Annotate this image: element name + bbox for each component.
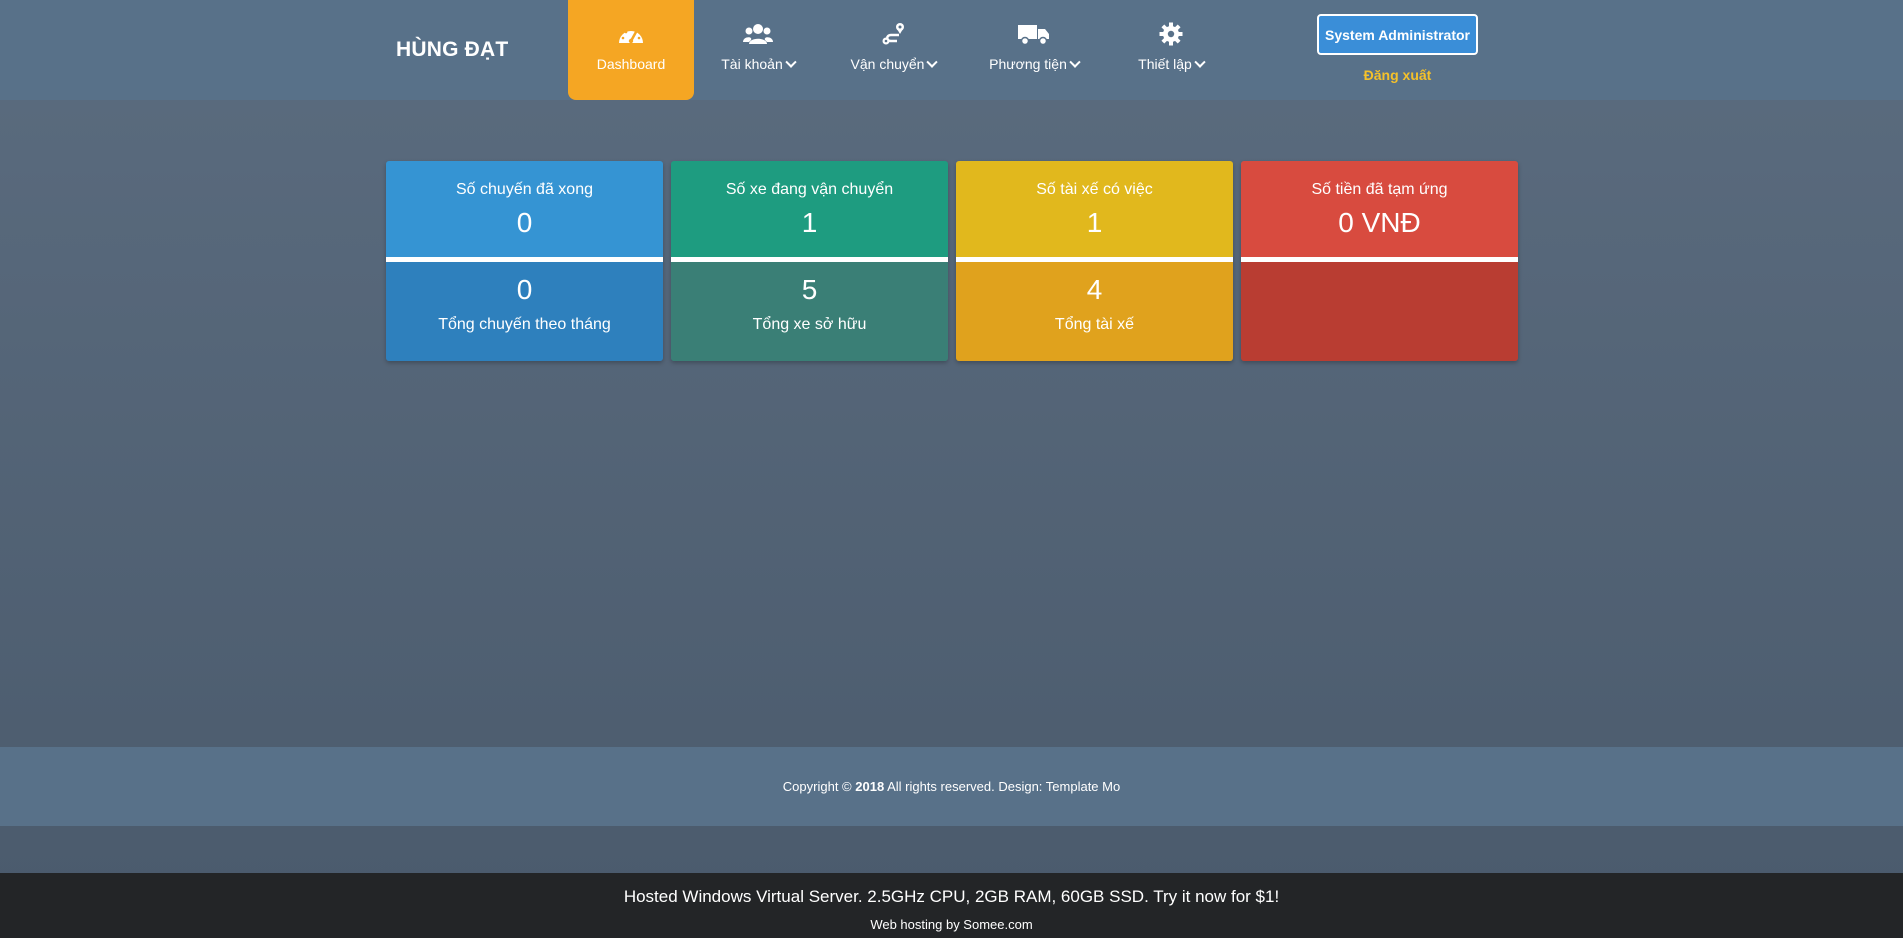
nav-item-settings[interactable]: Thiết lập bbox=[1103, 0, 1239, 100]
users-icon bbox=[743, 22, 773, 46]
route-icon bbox=[881, 22, 907, 46]
chevron-down-icon bbox=[1194, 56, 1206, 68]
brand-logo[interactable]: HÙNG ĐẠT bbox=[396, 38, 508, 62]
hosting-credit-link[interactable]: Web hosting by Somee.com bbox=[0, 917, 1903, 932]
stat-card-drivers: Số tài xế có việc 1 4 Tổng tài xế bbox=[956, 161, 1233, 361]
nav-item-vehicles[interactable]: Phương tiện bbox=[965, 0, 1103, 100]
chevron-down-icon bbox=[1069, 56, 1081, 68]
stat-card-value: 1 bbox=[1086, 207, 1103, 238]
stat-card-subtitle: Tổng tài xế bbox=[1054, 316, 1135, 333]
speedometer-icon bbox=[617, 22, 645, 46]
stat-card-value: 1 bbox=[801, 207, 818, 238]
user-account-button[interactable]: System Administrator bbox=[1317, 14, 1478, 55]
stat-card-advance: Số tiền đã tạm ứng 0 VNĐ bbox=[1241, 161, 1518, 361]
stat-card-trips: Số chuyến đã xong 0 0 Tổng chuyến theo t… bbox=[386, 161, 663, 361]
gear-icon bbox=[1159, 22, 1183, 46]
stat-card-total: 4 bbox=[1086, 274, 1103, 305]
nav-label-accounts: Tài khoản bbox=[721, 56, 797, 72]
stat-card-title: Số tiền đã tạm ứng bbox=[1311, 181, 1448, 198]
nav-label-settings: Thiết lập bbox=[1138, 56, 1206, 72]
nav-item-dashboard[interactable]: Dashboard bbox=[568, 0, 694, 100]
stat-card-title: Số xe đang vận chuyển bbox=[725, 181, 894, 198]
stat-card-vehicles: Số xe đang vận chuyển 1 5 Tổng xe sở hữu bbox=[671, 161, 948, 361]
nav-item-shipping[interactable]: Vận chuyển bbox=[822, 0, 965, 100]
copyright-text: Copyright © 2018 All rights reserved. De… bbox=[782, 779, 1121, 794]
nav-label-shipping: Vận chuyển bbox=[851, 56, 939, 72]
main-nav: Dashboard Tài khoản Vận chuyển Phương ti… bbox=[568, 0, 1239, 100]
stat-card-value: 0 VNĐ bbox=[1338, 207, 1421, 238]
nav-label-vehicles: Phương tiện bbox=[989, 56, 1081, 72]
top-navbar: HÙNG ĐẠT Dashboard Tài khoản Vận chuyển … bbox=[0, 0, 1903, 100]
chevron-down-icon bbox=[785, 56, 797, 68]
truck-icon bbox=[1018, 22, 1050, 46]
stat-card-subtitle: Tổng xe sở hữu bbox=[752, 316, 867, 333]
nav-item-accounts[interactable]: Tài khoản bbox=[694, 0, 822, 100]
stat-card-total: 0 bbox=[516, 274, 533, 305]
hosting-banner: Hosted Windows Virtual Server. 2.5GHz CP… bbox=[0, 873, 1903, 938]
stat-card-title: Số tài xế có việc bbox=[1036, 181, 1153, 198]
chevron-down-icon bbox=[926, 56, 939, 68]
stat-card-total: 5 bbox=[801, 274, 818, 305]
stat-card-total bbox=[1241, 262, 1518, 274]
stat-card-title: Số chuyến đã xong bbox=[456, 181, 593, 198]
hosting-ad-link[interactable]: Hosted Windows Virtual Server. 2.5GHz CP… bbox=[0, 887, 1903, 907]
stat-card-value: 0 bbox=[516, 207, 533, 238]
logout-link[interactable]: Đăng xuất bbox=[1317, 67, 1478, 83]
stat-card-subtitle: Tổng chuyến theo tháng bbox=[438, 316, 611, 333]
page-footer: Copyright © 2018 All rights reserved. De… bbox=[0, 747, 1903, 826]
nav-label-dashboard: Dashboard bbox=[596, 56, 666, 72]
